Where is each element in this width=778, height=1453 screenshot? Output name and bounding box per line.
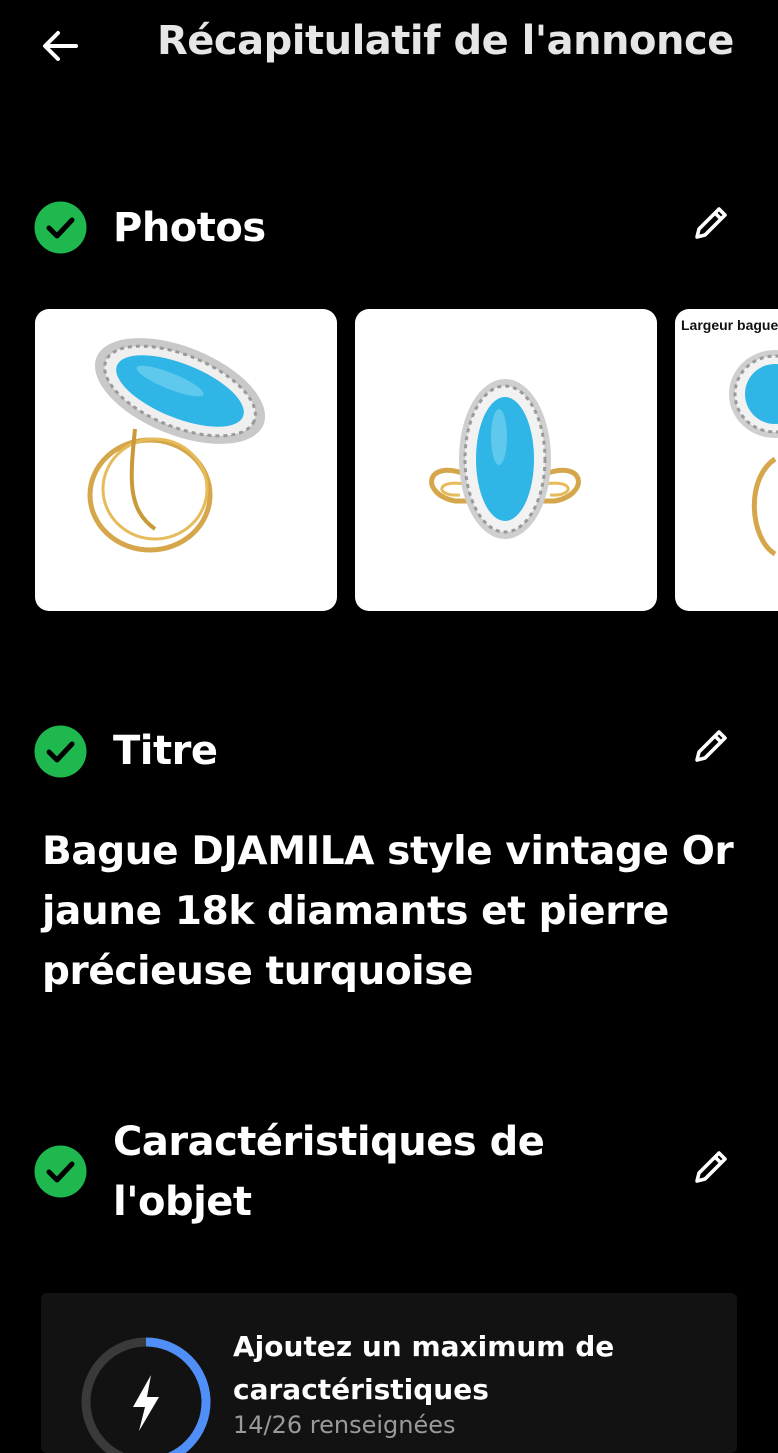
pencil-icon: [695, 1151, 727, 1183]
tip-title: Ajoutez un maximum de caractéristiques: [233, 1330, 615, 1406]
check-circle-icon: [34, 201, 87, 254]
listing-title-value: Bague DJAMILA style vintage Or jaune 18k…: [42, 829, 734, 994]
check-circle-icon: [34, 1145, 87, 1198]
arrow-left-icon: [43, 31, 78, 61]
characteristics-tip-card[interactable]: Ajoutez un maximum de caractéristiques 1…: [41, 1293, 737, 1453]
photo-carousel[interactable]: Largeur bague: [0, 309, 778, 612]
section-title-label: Titre: [113, 728, 218, 774]
page-title: Récapitulatif de l'annonce: [157, 18, 734, 64]
ring-image: [429, 379, 581, 539]
ring-image: [729, 350, 778, 557]
section-photos-header: Photos: [0, 198, 778, 258]
back-button[interactable]: [34, 20, 86, 72]
section-photos-label: Photos: [113, 205, 266, 251]
pencil-icon: [695, 207, 727, 239]
photo-thumbnail[interactable]: Largeur bague: [675, 309, 778, 611]
photo-thumbnail[interactable]: [35, 309, 337, 611]
edit-characteristics-button[interactable]: [688, 1144, 734, 1190]
tip-subtitle: 14/26 renseignées: [233, 1411, 456, 1439]
edit-title-button[interactable]: [688, 723, 734, 769]
section-characteristics-label: Caractéristiques de l'objet: [113, 1119, 545, 1225]
ring-image: [87, 338, 266, 553]
check-circle-icon: [34, 725, 87, 778]
photo-thumbnail[interactable]: [355, 309, 657, 611]
section-characteristics-header: Caractéristiques de l'objet: [0, 1112, 778, 1236]
top-bar: Récapitulatif de l'annonce: [0, 0, 778, 90]
edit-photos-button[interactable]: [688, 200, 734, 246]
lightning-icon: [133, 1375, 159, 1431]
progress-ring: [81, 1337, 211, 1453]
photo-caption: Largeur bague: [681, 317, 778, 333]
pencil-icon: [695, 730, 727, 762]
section-title-header: Titre: [0, 721, 778, 781]
